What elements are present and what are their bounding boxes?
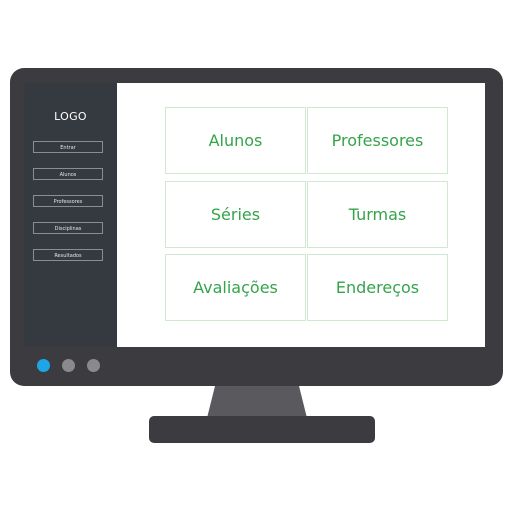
tile-turmas[interactable]: Turmas	[307, 181, 448, 248]
tile-enderecos[interactable]: Endereços	[307, 254, 448, 321]
monitor-screen: LOGO Entrar Alunos Professores Disciplin…	[24, 83, 485, 347]
monitor-stand-base	[149, 416, 375, 443]
monitor-indicator-dot	[87, 359, 100, 372]
tile-series[interactable]: Séries	[165, 181, 306, 248]
tile-alunos[interactable]: Alunos	[165, 107, 306, 174]
logo: LOGO	[54, 110, 87, 123]
monitor-indicator-dot-active	[37, 359, 50, 372]
sidebar: LOGO Entrar Alunos Professores Disciplin…	[24, 83, 117, 347]
sidebar-button-resultados[interactable]: Resultados	[33, 249, 103, 261]
monitor-indicator-dot	[62, 359, 75, 372]
dashboard-main: Alunos Professores Séries Turmas Avaliaç…	[117, 83, 485, 347]
sidebar-button-entrar[interactable]: Entrar	[33, 141, 103, 153]
sidebar-button-alunos[interactable]: Alunos	[33, 168, 103, 180]
sidebar-button-disciplinas[interactable]: Disciplinas	[33, 222, 103, 234]
sidebar-button-professores[interactable]: Professores	[33, 195, 103, 207]
monitor-stand-neck	[207, 386, 307, 418]
tile-avaliacoes[interactable]: Avaliações	[165, 254, 306, 321]
tile-professores[interactable]: Professores	[307, 107, 448, 174]
